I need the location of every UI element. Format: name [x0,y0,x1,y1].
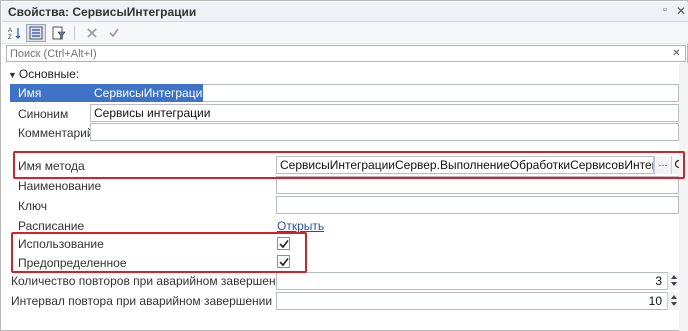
collapse-triangle-icon[interactable]: ▼ [8,70,17,80]
name-label: Имя [18,86,42,100]
schedule-label: Расписание [18,219,85,233]
retry-interval-field[interactable]: 10 [276,292,679,310]
spin-up-icon[interactable] [671,275,677,279]
schedule-open-link[interactable]: Открыть [277,219,324,233]
use-label: Использование [18,237,104,251]
retry-interval-stepper[interactable] [667,292,679,310]
clear-search-icon[interactable]: ✕ [670,47,683,60]
spin-down-icon[interactable] [671,302,677,306]
svg-text:A: A [8,28,12,34]
synonym-label: Синоним [18,107,69,121]
title-label: Наименование [18,179,102,193]
comment-field[interactable] [90,123,679,141]
properties-window: Свойства: СервисыИнтеграции ▫ ✕ A Z Поис… [0,0,688,331]
close-icon[interactable]: ✕ [675,4,687,18]
categories-icon[interactable] [26,24,46,42]
comment-label: Комментарий [18,126,94,140]
filter-icon[interactable] [49,24,69,42]
name-field[interactable]: СервисыИнтеграции [90,84,203,102]
svg-text:Z: Z [8,35,12,40]
retry-count-field[interactable]: 3 [276,272,679,290]
scrollbar[interactable] [679,63,688,331]
key-label: Ключ [18,199,47,213]
toolbar: A Z [2,22,688,44]
spin-down-icon[interactable] [671,282,677,286]
retry-count-stepper[interactable] [667,272,679,290]
pin-icon[interactable]: ▫ [659,4,671,18]
apply-icon[interactable] [104,24,124,42]
group-label: Основные: [18,67,80,81]
predefined-checkbox[interactable] [277,255,290,268]
retry-interval-label: Интервал повтора при аварийном завершени… [11,294,273,308]
group-header-main[interactable]: ▼ Основные: [8,67,79,81]
key-field[interactable] [276,196,679,214]
method-label: Имя метода [18,159,85,173]
predefined-label: Предопределенное [18,256,127,270]
delete-icon[interactable] [82,24,102,42]
search-input[interactable] [7,46,662,62]
title-field[interactable] [276,176,679,194]
sort-az-icon[interactable]: A Z [5,24,25,42]
search-field[interactable]: ✕ [6,45,686,62]
synonym-field[interactable]: Сервисы интеграции [90,104,679,122]
name-field-rest[interactable] [203,84,679,102]
spin-up-icon[interactable] [671,295,677,299]
toolbar-separator [74,26,75,40]
method-field[interactable]: СервисыИнтеграцииСервер.ВыполнениеОбрабо… [276,156,654,174]
method-select-button[interactable]: ... [654,156,671,174]
use-checkbox[interactable] [277,237,290,250]
window-title: Свойства: СервисыИнтеграции [8,5,197,19]
retry-count-label: Количество повторов при аварийном заверш… [11,274,290,288]
title-bar: Свойства: СервисыИнтеграции ▫ ✕ [2,2,688,22]
